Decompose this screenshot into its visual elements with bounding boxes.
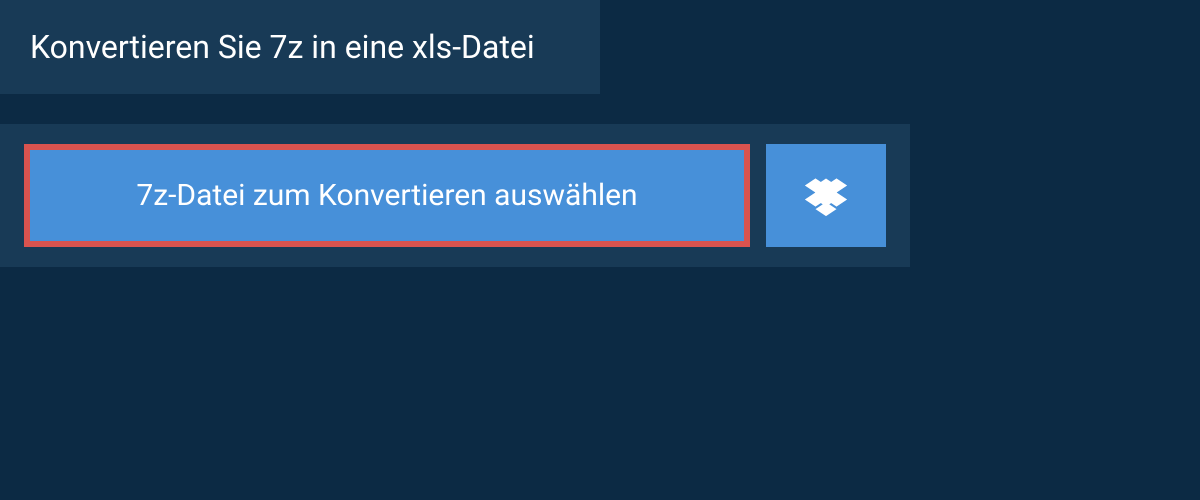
page-title: Konvertieren Sie 7z in eine xls-Datei: [30, 28, 570, 66]
select-file-label: 7z-Datei zum Konvertieren auswählen: [136, 178, 637, 213]
dropbox-icon: [805, 175, 847, 217]
select-file-button[interactable]: 7z-Datei zum Konvertieren auswählen: [24, 144, 750, 247]
header-panel: Konvertieren Sie 7z in eine xls-Datei: [0, 0, 600, 94]
dropbox-button[interactable]: [766, 144, 886, 247]
action-panel: 7z-Datei zum Konvertieren auswählen: [0, 124, 910, 267]
